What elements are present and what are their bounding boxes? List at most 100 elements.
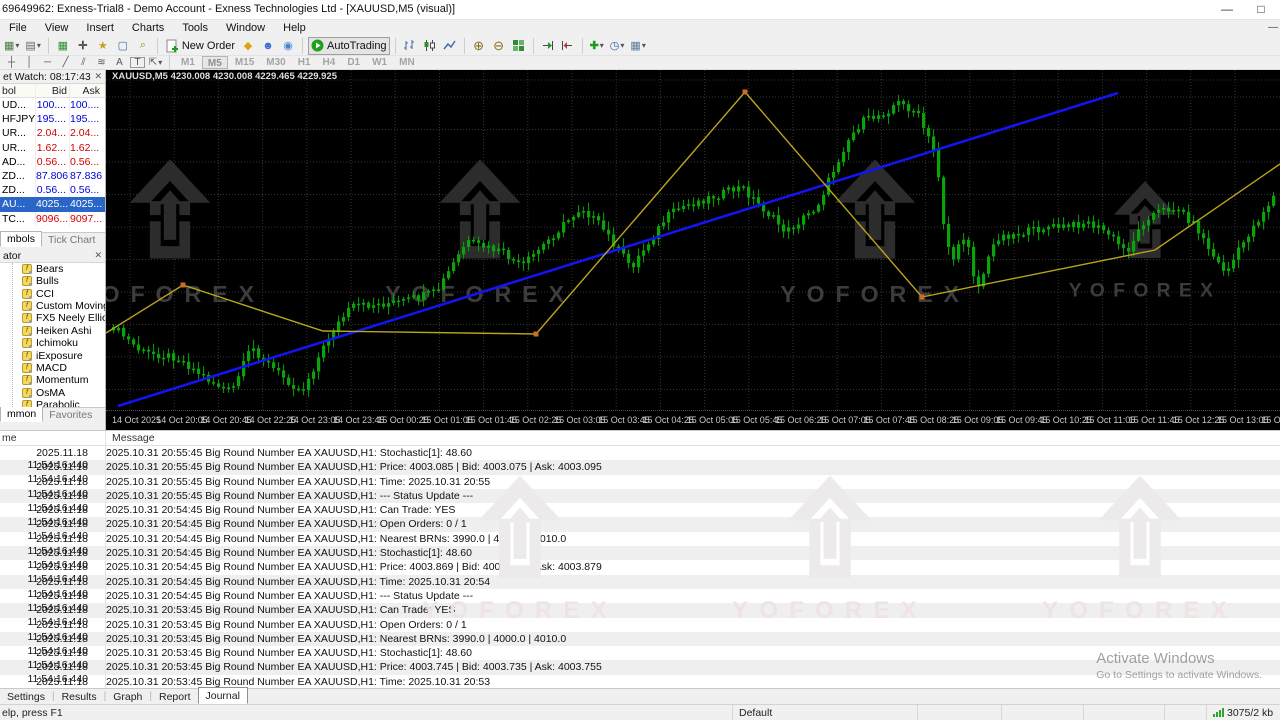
journal-row[interactable]: 2025.11.18 11:54:16.440 2025.10.31 20:55:… [0, 475, 1280, 500]
minimize-button[interactable]: — [1210, 0, 1244, 20]
menu-item-file[interactable]: File [0, 21, 36, 35]
tab-favorites[interactable]: Favorites [43, 408, 98, 422]
market-watch-row[interactable]: HFJPY 195.... 195.... [0, 112, 105, 127]
timeframe-mn[interactable]: MN [394, 56, 420, 69]
status-profile[interactable]: Default [732, 705, 917, 720]
journal-row[interactable]: 2025.11.18 11:54:16.440 2025.10.31 20:53:… [0, 675, 1280, 688]
navigator-item-iexposure[interactable]: f iExposure [0, 349, 105, 362]
auto-scroll-icon[interactable] [539, 37, 557, 55]
market-watch-row[interactable]: ZD... 0.56... 0.56... [0, 183, 105, 198]
text-label-icon[interactable]: T [130, 57, 145, 68]
trendline-icon[interactable]: ╱ [58, 56, 73, 69]
candlestick-mode-icon[interactable] [421, 37, 439, 55]
journal-row[interactable]: 2025.11.18 11:54:16.440 2025.10.31 20:53:… [0, 646, 1280, 671]
tab-tick-chart[interactable]: Tick Chart [42, 233, 101, 247]
support-icon[interactable]: ◉ [279, 37, 297, 55]
navigator-item-bulls[interactable]: f Bulls [0, 275, 105, 287]
trend-line[interactable] [117, 91, 1119, 408]
chart-window[interactable]: XAUUSD,M5 4230.008 4230.008 4229.465 422… [75, 70, 1280, 430]
journal-row[interactable]: 2025.11.18 11:54:16.440 2025.10.31 20:55:… [0, 460, 1280, 485]
journal-row[interactable]: 2025.11.18 11:54:16.440 2025.10.31 20:55:… [0, 488, 1280, 514]
tester-tab-report[interactable]: Report [152, 690, 198, 704]
data-window-icon[interactable]: ▢ [114, 37, 132, 55]
market-watch-row[interactable]: ZD... 87.806 87.836 [0, 168, 105, 184]
journal-row[interactable]: 2025.11.18 11:54:16.440 2025.10.31 20:54:… [0, 517, 1280, 542]
navigator-close-icon[interactable]: ✕ [94, 250, 102, 261]
profiles-button[interactable]: ▤ ▾ [23, 37, 42, 55]
timeframe-m15[interactable]: M15 [230, 56, 259, 69]
arrows-icon[interactable]: ⇱ ▾ [148, 56, 163, 69]
text-icon[interactable]: A [112, 56, 127, 69]
maximize-button[interactable]: □ [1244, 0, 1278, 20]
line-chart-mode-icon[interactable] [441, 37, 459, 55]
navigator-item-momentum[interactable]: f Momentum [0, 374, 105, 386]
status-connection[interactable]: 3075/2 kb [1206, 705, 1280, 720]
favorites-icon[interactable]: ★ [94, 37, 112, 55]
column-symbol[interactable]: bol [0, 84, 36, 97]
navigator-item-parabolic[interactable]: f Parabolic [0, 399, 105, 407]
timeframe-h4[interactable]: H4 [318, 56, 341, 69]
chart-window-icon[interactable]: ▦ [54, 37, 72, 55]
journal-row[interactable]: 2025.11.18 11:54:16.440 2025.10.31 20:53:… [0, 660, 1280, 685]
timeframe-d1[interactable]: D1 [342, 56, 365, 69]
menu-item-view[interactable]: View [36, 21, 78, 35]
tester-tab-journal[interactable]: Journal [197, 687, 248, 704]
menu-item-window[interactable]: Window [217, 21, 274, 35]
zoom-in-icon[interactable]: ⊕ [470, 37, 488, 55]
journal-row[interactable]: 2025.11.18 11:54:16.440 2025.10.31 20:54:… [0, 560, 1280, 585]
crosshair-icon[interactable]: ┼ [4, 56, 19, 69]
journal-row[interactable]: 2025.11.18 11:54:16.440 2025.10.31 20:54:… [0, 574, 1280, 600]
journal-row[interactable]: 2025.11.18 11:54:16.440 2025.10.31 20:55:… [0, 446, 1280, 471]
market-watch-row[interactable]: UD... 100.... 100.... [0, 98, 105, 113]
templates-button[interactable]: ▦ ▾ [628, 37, 647, 55]
community-icon[interactable]: ☻ [259, 37, 277, 55]
indicators-button[interactable]: ✚ ▾ [588, 37, 606, 55]
navigator-item-macd[interactable]: f MACD [0, 362, 105, 374]
market-watch-row[interactable]: UR... 1.62... 1.62... [0, 140, 105, 155]
chart-time-axis[interactable]: 14 Oct 2025 14 Oct 20:05 14 Oct 20:45 14 Oc… [106, 410, 1280, 430]
vertical-line-icon[interactable]: │ [22, 56, 37, 69]
tile-windows-icon[interactable] [510, 37, 528, 55]
menu-item-help[interactable]: Help [274, 21, 315, 35]
periods-button[interactable]: ◷ ▾ [608, 37, 627, 55]
timeframe-m5[interactable]: M5 [201, 56, 228, 69]
journal-row[interactable]: 2025.11.18 11:54:16.440 2025.10.31 20:53:… [0, 631, 1280, 657]
column-ask[interactable]: Ask [70, 84, 102, 97]
mdi-minimize-icon[interactable]: — [1268, 22, 1278, 33]
autotrading-button[interactable]: AutoTrading [308, 36, 390, 55]
market-watch-row[interactable]: AD... 0.56... 0.56... [0, 154, 105, 169]
journal-row[interactable]: 2025.11.18 11:54:16.440 2025.10.31 20:53:… [0, 603, 1280, 628]
timeframe-m30[interactable]: M30 [261, 56, 290, 69]
navigator-item-osma[interactable]: f OsMA [0, 387, 105, 399]
timeframe-m1[interactable]: M1 [176, 56, 200, 69]
cursor-move-icon[interactable]: ✛ [74, 37, 92, 55]
journal-row[interactable]: 2025.11.18 11:54:16.440 2025.10.31 20:54:… [0, 589, 1280, 614]
menu-item-charts[interactable]: Charts [123, 21, 173, 35]
journal-row[interactable]: 2025.11.18 11:54:16.440 2025.10.31 20:54:… [0, 503, 1280, 528]
navigator-item-custom-moving-a[interactable]: f Custom Moving A [0, 300, 105, 312]
market-watch-close-icon[interactable]: ✕ [94, 71, 102, 82]
navigator-item-bears[interactable]: f Bears [0, 263, 105, 275]
menu-item-insert[interactable]: Insert [77, 21, 123, 35]
tester-tab-results[interactable]: Results [55, 690, 104, 704]
bar-chart-mode-icon[interactable] [401, 37, 419, 55]
market-watch-row[interactable]: TC... 9096... 9097... [0, 211, 105, 226]
tester-tab-graph[interactable]: Graph [106, 690, 149, 704]
chart-shift-icon[interactable] [559, 37, 577, 55]
tab-mmon[interactable]: mmon [0, 405, 44, 422]
market-watch-icon[interactable]: ⌕ [134, 37, 152, 55]
timeframe-h1[interactable]: H1 [293, 56, 316, 69]
new-order-button[interactable]: New Order [163, 37, 237, 55]
new-chart-button[interactable]: ▦ ▾ [2, 37, 21, 55]
zoom-out-icon[interactable]: ⊖ [490, 37, 508, 55]
market-watch-row[interactable]: AU... 4025.... 4025.... [0, 197, 105, 212]
journal-column-time[interactable]: me [2, 432, 17, 444]
journal-row[interactable]: 2025.11.18 11:54:16.440 2025.10.31 20:53:… [0, 618, 1280, 643]
journal-row[interactable]: 2025.11.18 11:54:16.440 2025.10.31 20:54:… [0, 546, 1280, 571]
timeframe-w1[interactable]: W1 [367, 56, 392, 69]
journal-row[interactable]: 2025.11.18 11:54:16.440 2025.10.31 20:54:… [0, 532, 1280, 557]
channel-icon[interactable]: ⫽ [76, 56, 91, 69]
navigator-item-fx5-neely-elliot-w[interactable]: f FX5 Neely Elliot W [0, 312, 105, 324]
market-watch-row[interactable]: UR... 2.04... 2.04... [0, 126, 105, 141]
menu-item-tools[interactable]: Tools [173, 21, 217, 35]
